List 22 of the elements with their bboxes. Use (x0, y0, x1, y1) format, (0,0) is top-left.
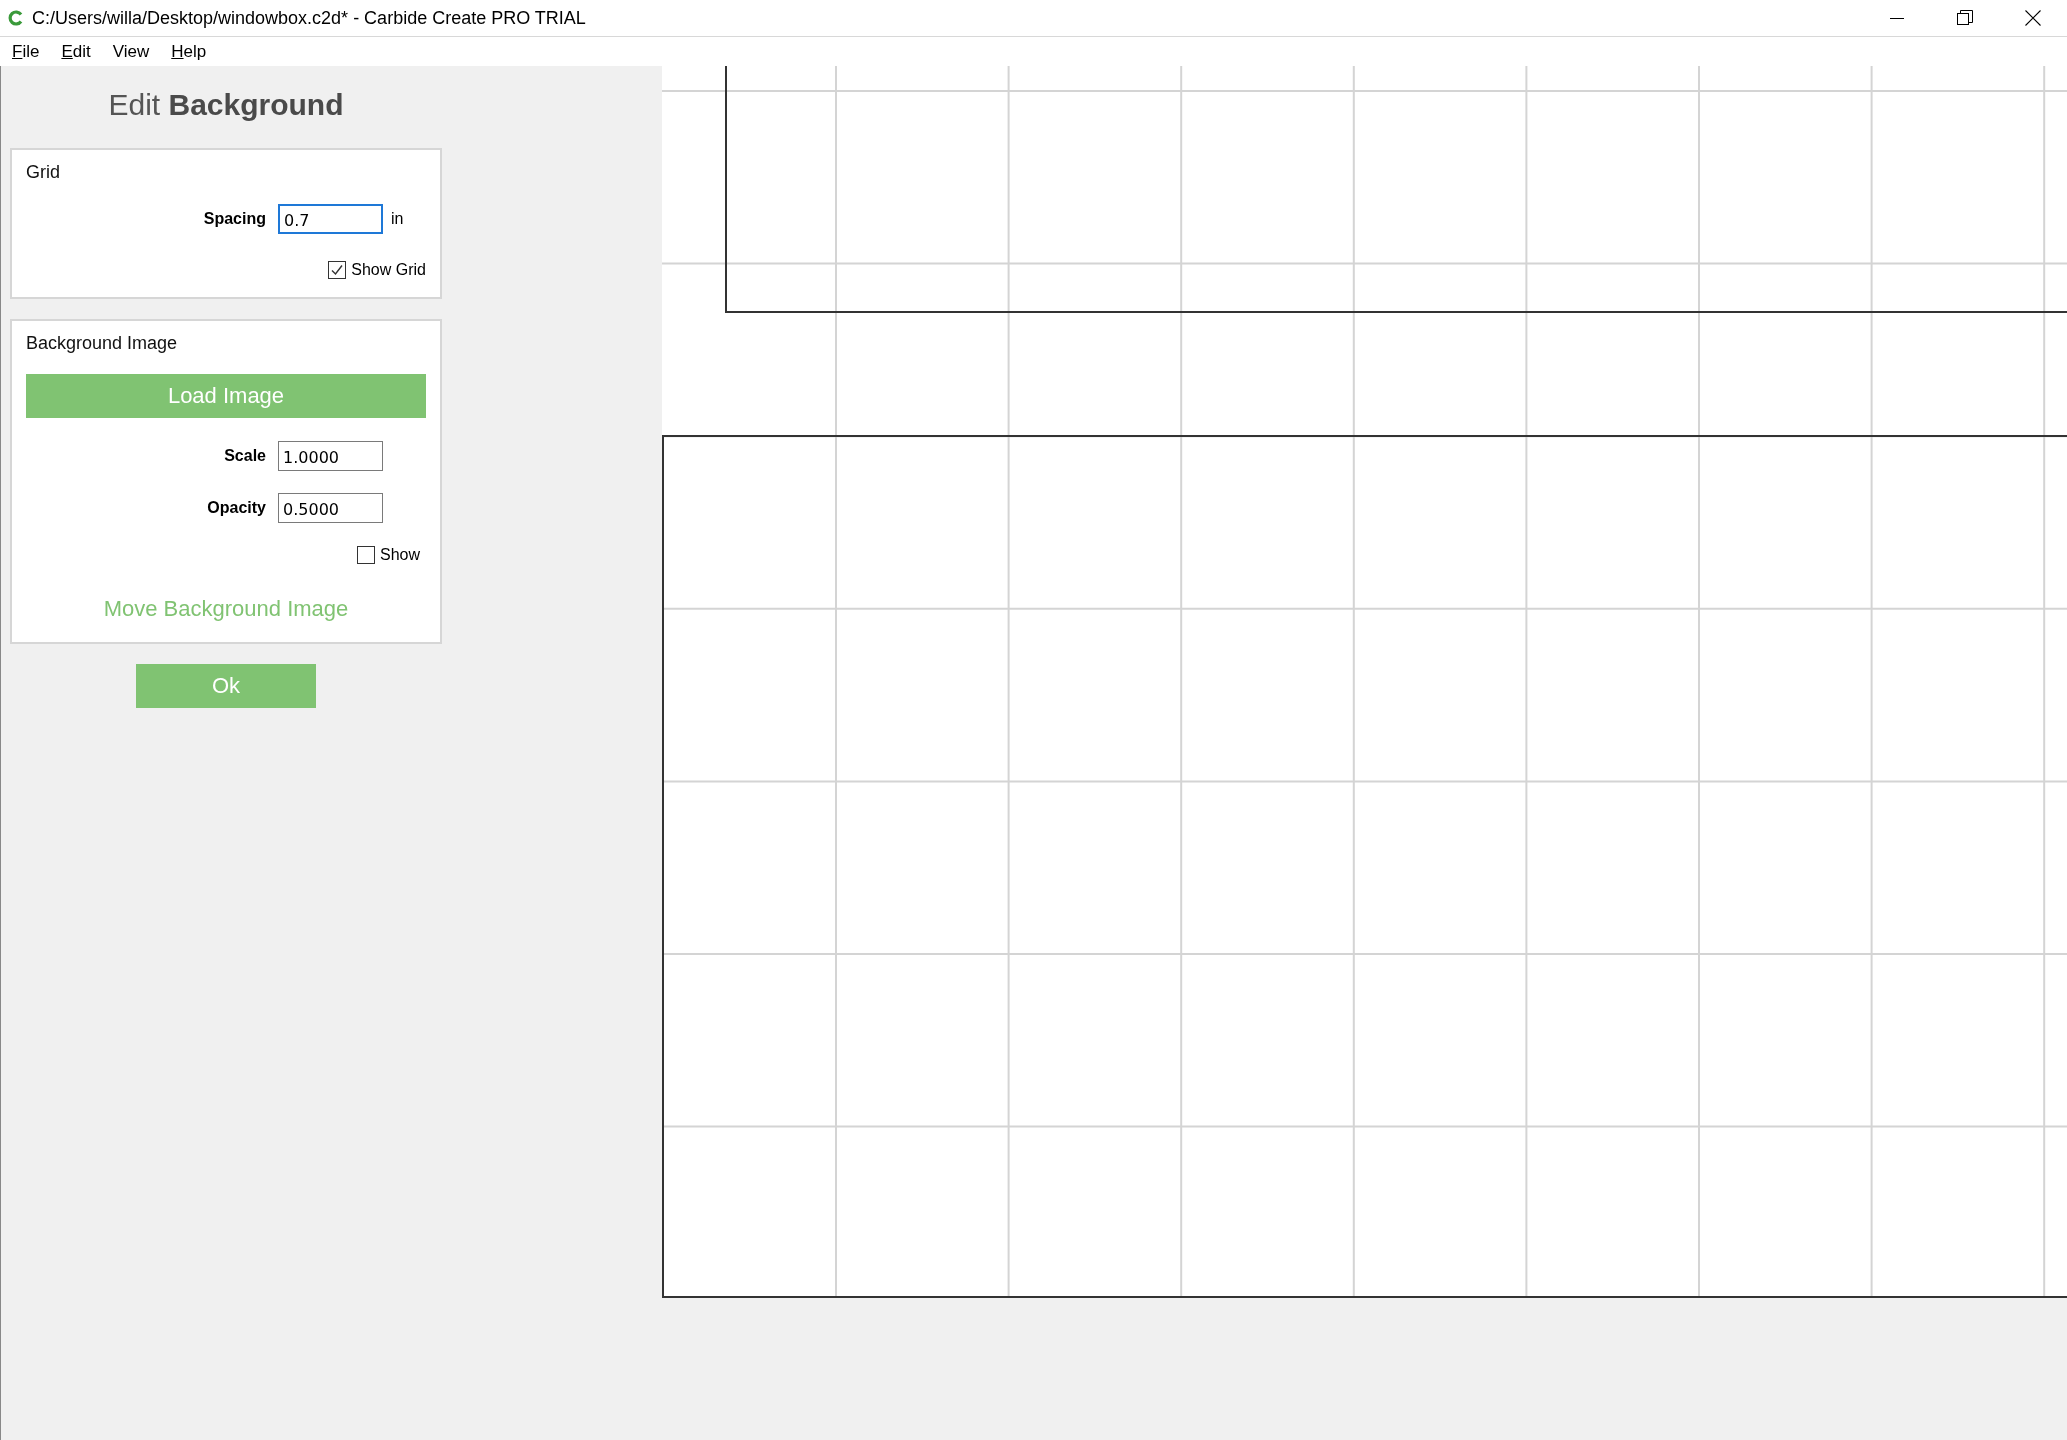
field-label: Spacing (202, 210, 266, 228)
checkbox[interactable] (328, 261, 347, 279)
checkbox-label[interactable]: Show (379, 546, 420, 564)
close-icon[interactable] (2025, 10, 2041, 26)
window-title: C:/Users/willa/Desktop/windowbox.c2d* - Carbide Create PRO TRIAL (32, 7, 587, 29)
field-label: Scale (223, 447, 266, 465)
app-logo-icon (8, 10, 24, 26)
field-label: Opacity (206, 499, 266, 517)
group-title: Background Image (26, 333, 179, 354)
input-field[interactable]: 1.0000 (278, 441, 383, 471)
menu-item[interactable]: Help (163, 39, 215, 64)
unit-label: in (391, 210, 404, 228)
checkbox-label[interactable]: Show Grid (351, 261, 426, 279)
input-field[interactable]: 0.5000 (278, 493, 383, 523)
input-field[interactable]: 0.7 (278, 204, 383, 234)
group-title: Grid (26, 162, 61, 183)
panel-title: Edit Background (107, 88, 345, 122)
menu-item[interactable]: View (104, 39, 158, 64)
menu-item[interactable]: Edit (53, 39, 99, 64)
restore-icon[interactable] (1957, 10, 1973, 26)
checkbox[interactable] (356, 546, 375, 564)
menu-item[interactable]: File (4, 39, 48, 64)
